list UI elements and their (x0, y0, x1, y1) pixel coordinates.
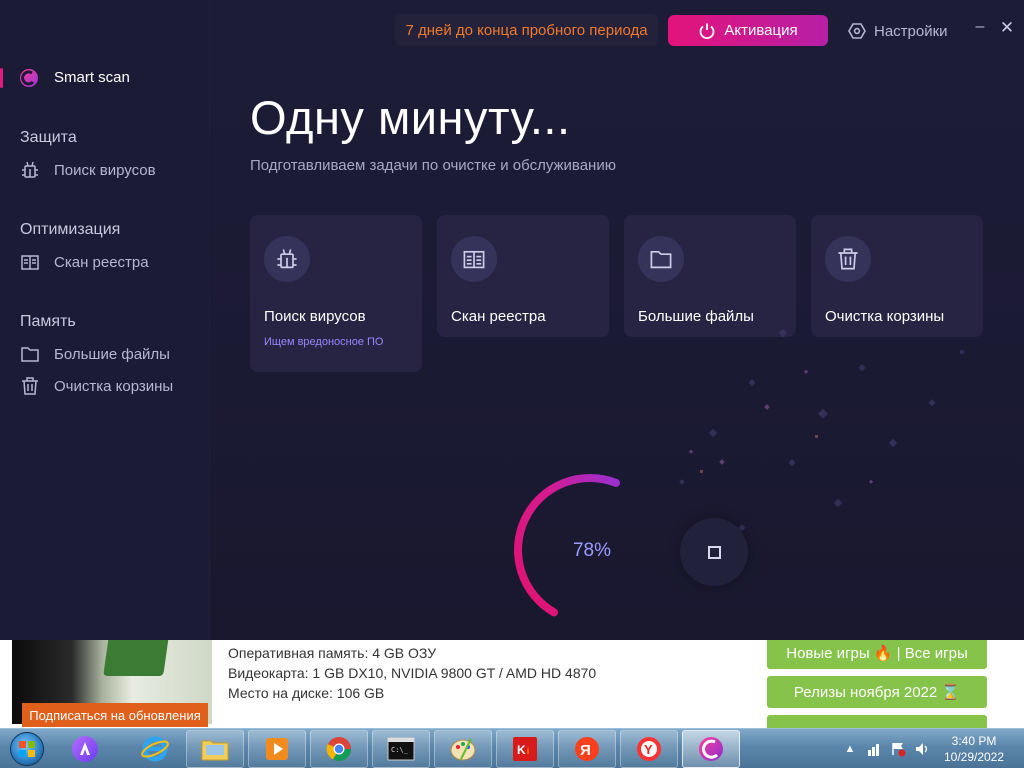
taskbar-media-player[interactable] (248, 730, 306, 768)
spec-disk: Место на диске: 106 GB (228, 685, 385, 701)
game-logo-image (103, 640, 169, 676)
spec-ram: Оперативная память: 4 GB ОЗУ (228, 645, 437, 661)
clock[interactable]: 3:40 PM 10/29/2022 (936, 733, 1012, 765)
taskbar-paint[interactable] (434, 730, 492, 768)
taskbar-alice[interactable] (56, 730, 114, 768)
task-card-virus-scan[interactable]: Поиск вирусов Ищем вредоносное ПО (250, 215, 422, 372)
subscribe-button[interactable]: Подписаться на обновления (22, 703, 208, 727)
taskbar-cmd[interactable]: C:\_ (372, 730, 430, 768)
november-releases-button[interactable]: Релизы ноября 2022 ⌛ (767, 676, 987, 708)
svg-text:Я: Я (580, 742, 591, 759)
registry-book-icon (451, 236, 497, 282)
chrome-icon (326, 737, 351, 762)
sidebar-item-label: Скан реестра (54, 253, 149, 271)
section-title-protection: Защита (20, 129, 77, 146)
spec-gpu: Видеокарта: 1 GB DX10, NVIDIA 9800 GT / … (228, 665, 597, 681)
cleaner-app-icon (699, 737, 723, 761)
explorer-folder-icon (201, 740, 229, 761)
cmd-icon: C:\_ (387, 737, 415, 761)
sidebar: Smart scan Защита Поиск вирусов Оптимиза… (0, 0, 210, 640)
stop-icon (707, 545, 721, 559)
system-tray: ▲ (840, 735, 936, 763)
sidebar-item-recycle-bin[interactable]: Очистка корзины (20, 374, 200, 398)
sidebar-item-virus-scan[interactable]: Поиск вирусов (20, 158, 200, 182)
network-icon[interactable] (864, 739, 884, 759)
clock-time: 3:40 PM (951, 734, 997, 748)
paint-icon (450, 738, 476, 761)
page-title: Одну минуту... (250, 91, 571, 144)
clock-date: 10/29/2022 (943, 750, 1005, 764)
alice-voice-icon (72, 736, 98, 762)
app-window: Smart scan Защита Поиск вирусов Оптимиза… (0, 0, 1024, 640)
card-title: Поиск вирусов (264, 308, 366, 325)
section-title-memory: Память (20, 313, 76, 330)
action-center-flag-icon[interactable] (888, 739, 908, 759)
background-webpage: Подписаться на обновления Оперативная па… (0, 640, 1024, 728)
yandex-browser-icon: Y (637, 737, 661, 761)
new-games-button[interactable]: Новые игры 🔥 | Все игры (767, 640, 987, 669)
taskbar-chrome[interactable] (310, 730, 368, 768)
activate-label: Активация (724, 22, 798, 39)
progress-percentage: 78% (572, 540, 612, 561)
svg-text:C:\_: C:\_ (391, 746, 409, 754)
ie-icon (141, 736, 169, 762)
start-button[interactable] (4, 730, 50, 768)
gear-icon (848, 23, 866, 39)
bug-icon (264, 236, 310, 282)
bug-icon (20, 160, 40, 180)
power-icon (699, 23, 715, 39)
section-title-optimization: Оптимизация (20, 221, 121, 238)
volume-icon[interactable] (912, 739, 932, 759)
taskbar-kl[interactable]: Ki (496, 730, 554, 768)
svg-text:K: K (517, 743, 526, 757)
sidebar-item-label: Поиск вирусов (54, 161, 156, 179)
trial-badge[interactable]: 7 дней до конца пробного периода (395, 14, 658, 46)
registry-book-icon (20, 252, 40, 272)
smart-scan-label: Smart scan (54, 69, 130, 86)
taskbar: C:\_ Ki Я Y ▲ 3:40 PM 10/29/2022 (0, 728, 1024, 768)
sidebar-item-label: Очистка корзины (54, 377, 174, 395)
windows-logo-icon (10, 732, 44, 766)
stop-button[interactable] (680, 518, 748, 586)
taskbar-cleaner-app[interactable] (682, 730, 740, 768)
svg-text:Y: Y (644, 742, 653, 757)
show-hidden-icons[interactable]: ▲ (840, 739, 860, 759)
card-subtitle: Ищем вредоносное ПО (264, 336, 384, 348)
smart-scan-logo-icon (20, 69, 38, 87)
sidebar-item-smart-scan[interactable]: Smart scan (0, 62, 210, 94)
active-indicator (0, 68, 3, 88)
sidebar-item-large-files[interactable]: Большие файлы (20, 342, 200, 366)
trash-icon (20, 376, 40, 396)
page-subtitle: Подготавливаем задачи по очистке и обслу… (250, 157, 616, 174)
taskbar-yandex[interactable]: Я (558, 730, 616, 768)
taskbar-explorer[interactable] (186, 730, 244, 768)
taskbar-ie[interactable] (126, 730, 184, 768)
folder-icon (20, 344, 40, 364)
settings-button[interactable]: Настройки (848, 20, 948, 42)
kl-icon: Ki (513, 737, 537, 761)
settings-label: Настройки (874, 22, 948, 40)
taskbar-yandex-browser[interactable]: Y (620, 730, 678, 768)
activate-button[interactable]: Активация (668, 15, 828, 46)
sidebar-item-label: Большие файлы (54, 345, 170, 363)
sidebar-item-registry-scan[interactable]: Скан реестра (20, 250, 200, 274)
svg-text:i: i (527, 746, 529, 756)
more-button[interactable] (767, 715, 987, 728)
media-player-icon (266, 738, 288, 760)
close-button[interactable]: ✕ (998, 18, 1016, 38)
minimize-button[interactable]: – (972, 18, 988, 38)
yandex-icon: Я (575, 737, 599, 761)
card-title: Скан реестра (451, 308, 546, 325)
